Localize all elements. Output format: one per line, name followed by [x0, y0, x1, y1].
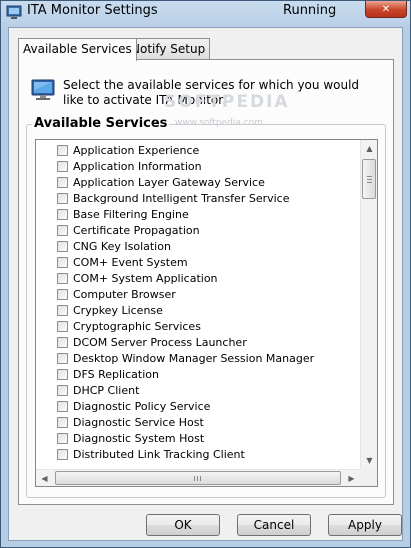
- checkbox-icon[interactable]: [57, 192, 68, 204]
- tab-available-services[interactable]: Available Services: [18, 38, 137, 61]
- service-label: Application Experience: [73, 143, 200, 157]
- list-item[interactable]: Distributed Link Tracking Client: [57, 446, 245, 462]
- service-label: Application Layer Gateway Service: [73, 175, 265, 189]
- horizontal-scrollbar[interactable]: ◀ ▶: [36, 469, 360, 486]
- checkbox-icon[interactable]: [57, 144, 68, 156]
- service-label: Computer Browser: [73, 287, 176, 301]
- service-label: Base Filtering Engine: [73, 207, 189, 221]
- list-item[interactable]: Application Layer Gateway Service: [57, 174, 265, 190]
- window-title: ITA Monitor Settings: [27, 3, 158, 18]
- list-item[interactable]: Background Intelligent Transfer Service: [57, 190, 290, 206]
- service-label: Desktop Window Manager Session Manager: [73, 351, 315, 365]
- dialog-client: Available Services Notify Setup Select t…: [8, 27, 403, 541]
- checkbox-icon[interactable]: [57, 272, 68, 284]
- checkbox-icon[interactable]: [57, 304, 68, 316]
- checkbox-icon[interactable]: [57, 432, 68, 444]
- list-item[interactable]: Diagnostic Service Host: [57, 414, 204, 430]
- list-item[interactable]: Desktop Window Manager Session Manager: [57, 350, 314, 366]
- scrollbar-corner: [360, 469, 377, 486]
- list-item[interactable]: Diagnostic Policy Service: [57, 398, 210, 414]
- close-icon: ✕: [381, 3, 391, 15]
- list-item[interactable]: COM+ System Application: [57, 270, 218, 286]
- services-listbox[interactable]: Application Experience Application Inform…: [35, 139, 378, 487]
- settings-window: ITA Monitor Settings Running ✕ Available…: [0, 0, 411, 548]
- service-label: Diagnostic Policy Service: [73, 399, 211, 413]
- list-item[interactable]: CNG Key Isolation: [57, 238, 171, 254]
- checkbox-icon[interactable]: [57, 176, 68, 188]
- list-item[interactable]: Base Filtering Engine: [57, 206, 189, 222]
- tab-notify-setup[interactable]: Notify Setup: [126, 38, 211, 60]
- checkbox-icon[interactable]: [57, 288, 68, 300]
- title-bar[interactable]: ITA Monitor Settings Running ✕: [1, 1, 410, 27]
- list-item[interactable]: DCOM Server Process Launcher: [57, 334, 247, 350]
- status-text: Running: [283, 3, 337, 18]
- services-group: Available Services www.softpedia.com App…: [26, 116, 386, 498]
- service-label: Diagnostic Service Host: [73, 415, 204, 429]
- checkbox-icon[interactable]: [57, 240, 68, 252]
- arrow-left-icon[interactable]: ◀: [36, 470, 53, 486]
- service-label: DHCP Client: [73, 383, 140, 397]
- checkbox-icon[interactable]: [57, 400, 68, 412]
- checkbox-icon[interactable]: [57, 320, 68, 332]
- service-label: Application Information: [73, 159, 202, 173]
- monitor-icon: [31, 79, 55, 100]
- description-text: Select the available services for which …: [63, 78, 360, 107]
- apply-button[interactable]: Apply: [328, 514, 402, 536]
- ok-button[interactable]: OK: [146, 514, 220, 536]
- checkbox-icon[interactable]: [57, 416, 68, 428]
- vertical-scrollbar[interactable]: ▲ ▼: [360, 140, 377, 469]
- service-label: COM+ System Application: [73, 271, 218, 285]
- service-label: DFS Replication: [73, 367, 159, 381]
- checkbox-icon[interactable]: [57, 368, 68, 380]
- app-icon: [6, 5, 22, 19]
- service-label: Background Intelligent Transfer Service: [73, 191, 290, 205]
- list-item[interactable]: Diagnostic System Host: [57, 430, 204, 446]
- service-label: Crypkey License: [73, 303, 163, 317]
- service-label: Diagnostic System Host: [73, 431, 205, 445]
- checkbox-icon[interactable]: [57, 448, 68, 460]
- service-label: Certificate Propagation: [73, 223, 200, 237]
- watermark-url: www.softpedia.com: [175, 118, 263, 128]
- checkbox-icon[interactable]: [57, 336, 68, 348]
- arrow-up-icon[interactable]: ▲: [361, 140, 377, 157]
- service-label: CNG Key Isolation: [73, 239, 171, 253]
- checkbox-icon[interactable]: [57, 224, 68, 236]
- service-label: COM+ Event System: [73, 255, 188, 269]
- checkbox-icon[interactable]: [57, 160, 68, 172]
- cancel-button[interactable]: Cancel: [237, 514, 311, 536]
- tab-label: Notify Setup: [131, 42, 206, 56]
- checkbox-icon[interactable]: [57, 208, 68, 220]
- list-item[interactable]: DHCP Client: [57, 382, 139, 398]
- group-title: Available Services: [32, 116, 170, 131]
- arrow-down-icon[interactable]: ▼: [361, 452, 377, 469]
- list-item[interactable]: DFS Replication: [57, 366, 159, 382]
- service-label: Cryptographic Services: [73, 319, 201, 333]
- list-item[interactable]: Application Information: [57, 158, 202, 174]
- tab-panel: Select the available services for which …: [18, 59, 394, 505]
- list-item[interactable]: Computer Browser: [57, 286, 176, 302]
- service-label: DCOM Server Process Launcher: [73, 335, 247, 349]
- list-item[interactable]: Certificate Propagation: [57, 222, 200, 238]
- list-item[interactable]: Cryptographic Services: [57, 318, 201, 334]
- arrow-right-icon[interactable]: ▶: [343, 470, 360, 486]
- list-item[interactable]: Application Experience: [57, 142, 199, 158]
- horizontal-scroll-thumb[interactable]: [55, 471, 341, 485]
- checkbox-icon[interactable]: [57, 384, 68, 396]
- checkbox-icon[interactable]: [57, 256, 68, 268]
- checkbox-icon[interactable]: [57, 352, 68, 364]
- list-item[interactable]: COM+ Event System: [57, 254, 188, 270]
- services-list: Application Experience Application Inform…: [36, 140, 360, 469]
- vertical-scroll-thumb[interactable]: [362, 159, 376, 199]
- tab-label: Available Services: [23, 42, 132, 56]
- service-label: Distributed Link Tracking Client: [73, 447, 245, 461]
- list-item[interactable]: Crypkey License: [57, 302, 163, 318]
- close-button[interactable]: ✕: [365, 1, 407, 18]
